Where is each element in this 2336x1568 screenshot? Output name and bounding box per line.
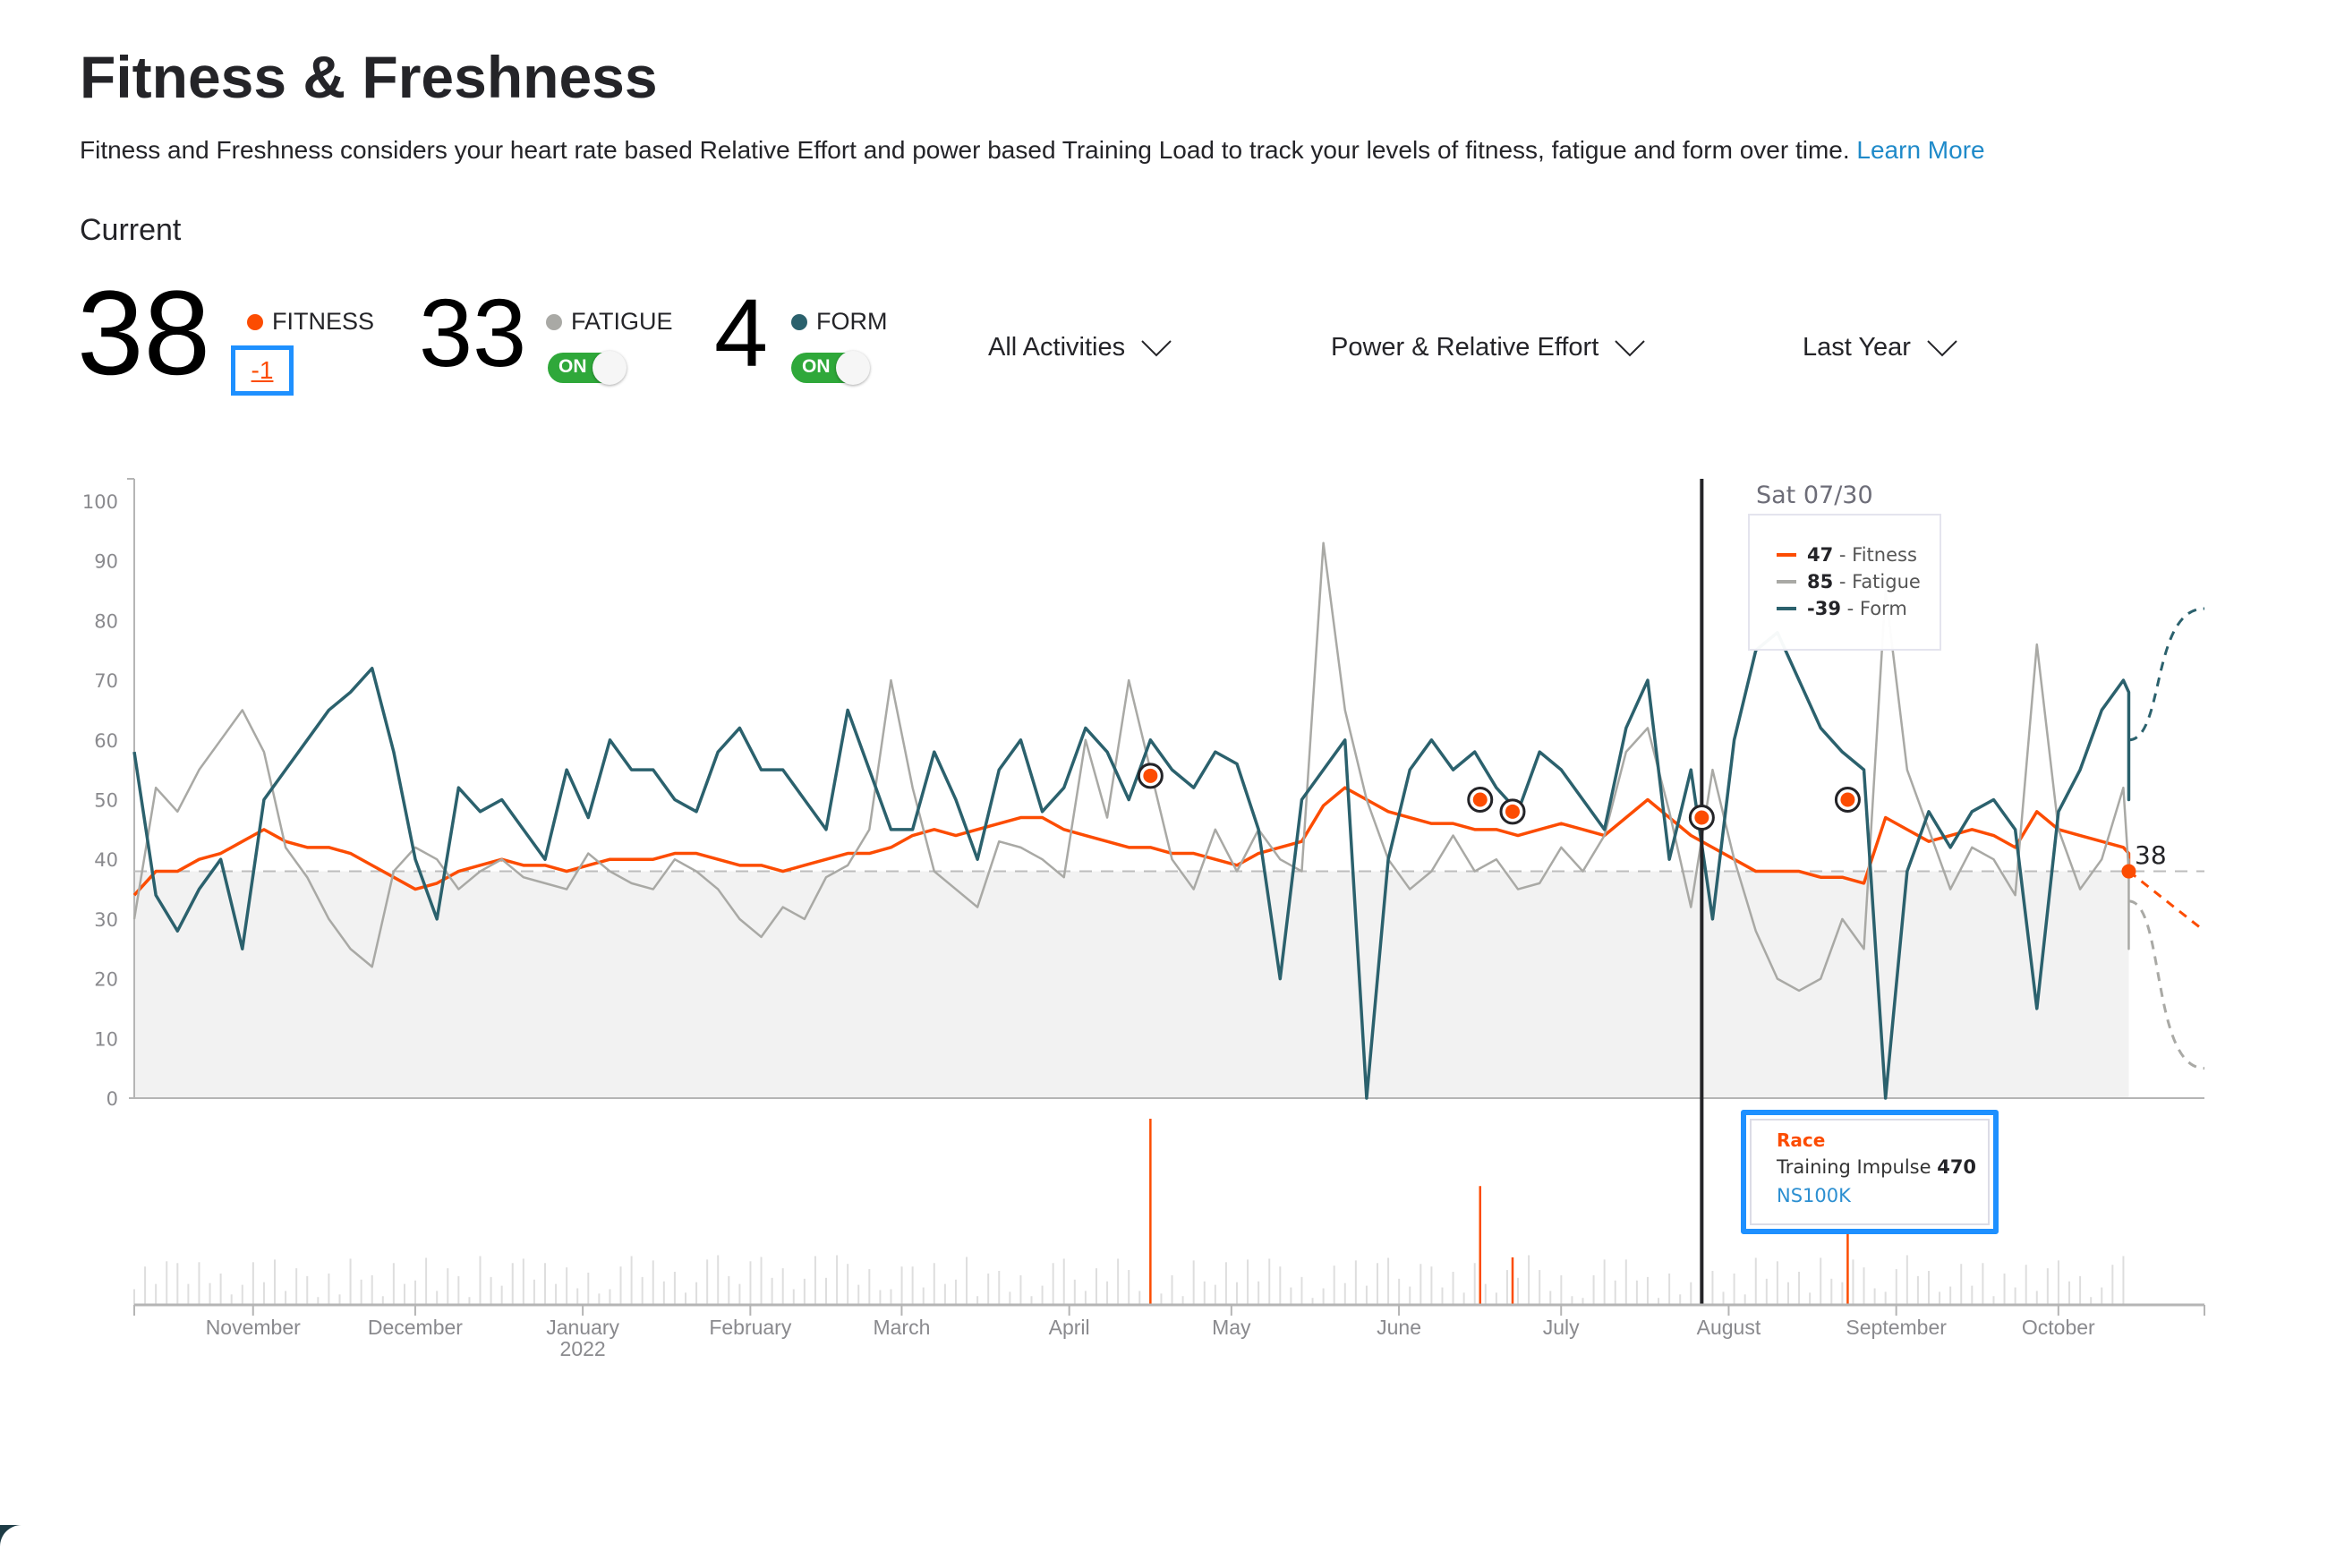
race-tooltip-inner: Race Training Impulse 470 NS100K	[1750, 1119, 1990, 1225]
projection-line-fitness	[2127, 870, 2205, 933]
race-marker-dot	[1143, 768, 1158, 783]
x-tick-label: May	[1212, 1316, 1251, 1339]
x-tick-label: March	[873, 1316, 930, 1339]
y-tick-label: 70	[94, 670, 118, 692]
x-tick-label: August	[1697, 1316, 1761, 1339]
y-tick-label: 40	[94, 849, 118, 871]
race-impulse: Training Impulse 470	[1777, 1156, 1976, 1178]
fitness-chart[interactable]: 0 10 20 30 40 50 60 70 80 90 100 November December J…	[0, 0, 2336, 1547]
race-marker-dot	[1505, 804, 1520, 819]
race-marker-dot	[1694, 810, 1709, 825]
tooltip-row-fatigue: 85 - Fatigue	[1777, 571, 1921, 592]
race-markers	[1137, 763, 2136, 879]
fitness-swatch-icon	[1777, 553, 1796, 557]
page: Fitness & Freshness Fitness and Freshnes…	[0, 0, 2336, 1568]
x-tick-sublabel: 2022	[560, 1337, 606, 1360]
tooltip-form-value: -39	[1807, 598, 1841, 619]
tooltip-row-fitness: 47 - Fitness	[1777, 544, 1917, 566]
tooltip-form-label: - Form	[1840, 598, 1907, 619]
tooltip-fatigue-value: 85	[1807, 571, 1834, 592]
x-tick-label: November	[206, 1316, 301, 1339]
y-tick-label: 100	[82, 491, 118, 513]
x-tick-label: April	[1049, 1316, 1090, 1339]
x-tick-label: December	[368, 1316, 463, 1339]
y-tick-label: 10	[94, 1028, 118, 1050]
race-impulse-label: Training Impulse	[1777, 1156, 1938, 1178]
y-tick-label: 90	[94, 551, 118, 573]
y-tick-label: 30	[94, 909, 118, 931]
form-swatch-icon	[1777, 607, 1796, 610]
tooltip-fitness-value: 47	[1807, 544, 1834, 566]
x-tick-label: October	[2022, 1316, 2095, 1339]
race-activity-link[interactable]: NS100K	[1777, 1185, 1851, 1206]
y-tick-label: 0	[107, 1088, 118, 1110]
race-type: Race	[1777, 1129, 1826, 1151]
race-marker-dot	[1840, 792, 1855, 807]
fatigue-swatch-icon	[1777, 580, 1796, 584]
projection-line-form	[2128, 607, 2205, 742]
projection-line-fatigue	[2128, 899, 2205, 1070]
x-tick-label: January	[546, 1316, 619, 1339]
race-impulse-value: 470	[1937, 1156, 1977, 1178]
tooltip-date: Sat 07/30	[1756, 481, 1873, 509]
window-corner	[0, 1525, 43, 1568]
tooltip-box: 47 - Fitness 85 - Fatigue -39 - Form	[1748, 514, 1941, 651]
race-marker-dot	[1472, 792, 1488, 807]
tooltip-row-form: -39 - Form	[1777, 598, 1907, 619]
tooltip-fatigue-label: - Fatigue	[1833, 571, 1921, 592]
race-tooltip[interactable]: Race Training Impulse 470 NS100K	[1741, 1110, 1999, 1234]
current-fitness-label: 38	[2135, 840, 2167, 870]
x-tick-label: February	[709, 1316, 792, 1339]
x-axis: November December January2022 February March…	[133, 1303, 2205, 1360]
tooltip-fitness-label: - Fitness	[1833, 544, 1917, 566]
y-tick-label: 80	[94, 610, 118, 632]
y-tick-label: 60	[94, 730, 118, 752]
x-tick-label: September	[1846, 1316, 1947, 1339]
x-tick-label: June	[1377, 1316, 1421, 1339]
y-tick-label: 20	[94, 969, 118, 991]
x-tick-label: July	[1543, 1316, 1580, 1339]
y-tick-label: 50	[94, 790, 118, 812]
